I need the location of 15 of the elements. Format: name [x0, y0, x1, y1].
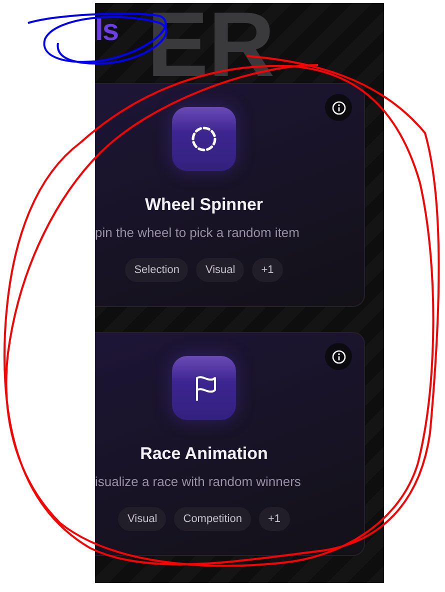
info-button[interactable] — [325, 343, 352, 370]
card-description: isualize a race with random winners — [95, 474, 302, 489]
card-title: Wheel Spinner — [144, 195, 264, 215]
info-icon — [332, 100, 346, 114]
tag-chip: Visual — [196, 258, 244, 282]
page-title: ls — [95, 14, 118, 48]
card-description: pin the wheel to pick a random item — [95, 225, 300, 240]
card-title: Race Animation — [140, 444, 268, 464]
tag-chip: Visual — [118, 507, 166, 531]
info-button[interactable] — [325, 94, 352, 121]
tag-chip: +1 — [252, 258, 283, 282]
tag-chip: Competition — [174, 507, 251, 531]
info-icon — [332, 350, 346, 364]
tag-chip: +1 — [258, 507, 290, 531]
tag-chip: Selection — [125, 258, 188, 282]
